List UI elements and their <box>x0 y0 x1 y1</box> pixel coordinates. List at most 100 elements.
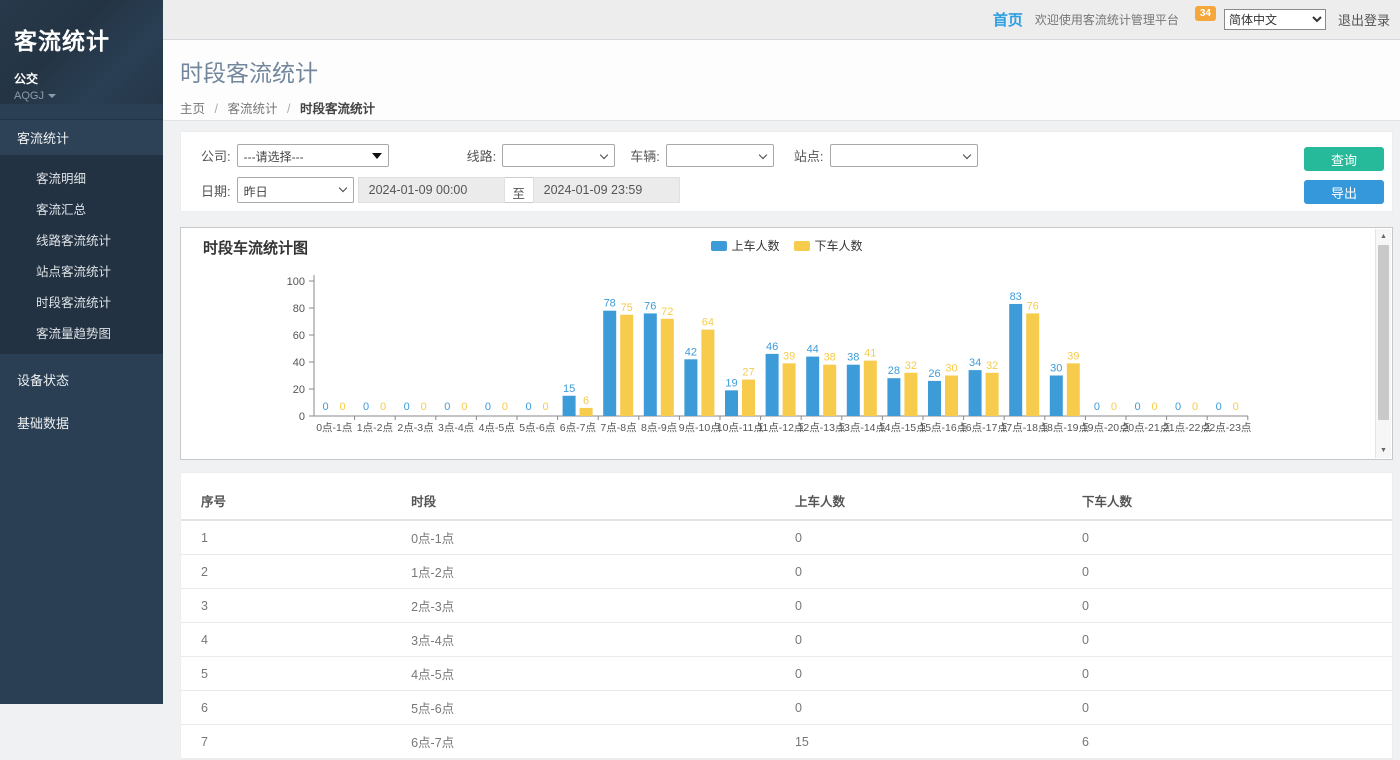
legend-item-上车人数[interactable]: 上车人数 <box>710 237 779 254</box>
table-cell: 1 <box>181 520 411 555</box>
sidebar-item-站点客流统计[interactable]: 站点客流统计 <box>0 255 163 286</box>
table-cell: 5 <box>181 657 411 691</box>
scrollbar-up-icon[interactable]: ▲ <box>1376 229 1391 244</box>
scrollbar-thumb[interactable] <box>1378 245 1389 420</box>
svg-text:0: 0 <box>525 401 531 413</box>
table-cell: 3点-4点 <box>411 623 795 657</box>
org-name: 公交 <box>14 70 149 87</box>
home-link[interactable]: 首页 <box>993 9 1023 30</box>
breadcrumb-section[interactable]: 客流统计 <box>227 102 277 116</box>
table-cell: 3 <box>181 589 411 623</box>
svg-text:38: 38 <box>824 352 836 364</box>
table-cell: 5点-6点 <box>411 691 795 725</box>
company-select[interactable]: ---请选择--- <box>237 144 389 167</box>
svg-text:0: 0 <box>1192 401 1198 413</box>
svg-text:0: 0 <box>1134 401 1140 413</box>
sidebar-item-线路客流统计[interactable]: 线路客流统计 <box>0 224 163 255</box>
table-cell: 7 <box>181 725 411 759</box>
chevron-down-icon <box>962 151 970 159</box>
breadcrumb: 主页 / 客流统计 / 时段客流统计 <box>180 98 1400 117</box>
company-select-value: ---请选择--- <box>244 150 304 164</box>
table-cell: 0 <box>1082 520 1392 555</box>
sidebar-item-客流汇总[interactable]: 客流汇总 <box>0 193 163 224</box>
svg-text:0: 0 <box>1216 401 1222 413</box>
caret-down-icon <box>48 94 56 98</box>
action-buttons: 查询 导出 <box>1304 147 1384 204</box>
query-button[interactable]: 查询 <box>1304 147 1384 171</box>
table-cell: 4 <box>181 623 411 657</box>
table-cell: 6 <box>1082 725 1392 759</box>
svg-text:39: 39 <box>783 350 795 362</box>
col-header-period: 时段 <box>411 483 795 520</box>
legend-item-下车人数[interactable]: 下车人数 <box>794 237 863 254</box>
table-cell: 2 <box>181 555 411 589</box>
svg-text:0: 0 <box>1111 401 1117 413</box>
svg-text:0: 0 <box>404 401 410 413</box>
breadcrumb-separator: / <box>215 102 218 116</box>
logo-area: 客流统计 公交 AQGJ <box>0 0 163 104</box>
table-cell: 6 <box>181 691 411 725</box>
period-stats-table: 序号 时段 上车人数 下车人数 10点-1点0021点-2点0032点-3点00… <box>181 483 1392 759</box>
svg-text:46: 46 <box>766 341 778 353</box>
date-preset-select[interactable]: 昨日 <box>237 177 354 203</box>
svg-text:38: 38 <box>847 352 859 364</box>
logout-link[interactable]: 退出登录 <box>1338 10 1390 29</box>
date-to-input[interactable]: 2024-01-09 23:59 <box>533 177 680 203</box>
table-cell: 0 <box>1082 691 1392 725</box>
svg-text:44: 44 <box>807 344 819 356</box>
station-select[interactable] <box>830 144 978 167</box>
table-cell: 0 <box>795 657 1082 691</box>
svg-text:80: 80 <box>293 303 305 315</box>
chart-vertical-scrollbar[interactable]: ▲ ▼ <box>1375 229 1391 458</box>
table-row: 43点-4点00 <box>181 623 1392 657</box>
sidebar-section-device-status[interactable]: 设备状态 <box>0 362 163 397</box>
svg-text:0: 0 <box>444 401 450 413</box>
app-logo: 客流统计 <box>14 22 149 56</box>
sidebar-section-base-data[interactable]: 基础数据 <box>0 405 163 440</box>
breadcrumb-home[interactable]: 主页 <box>180 102 205 116</box>
table-row: 65点-6点00 <box>181 691 1392 725</box>
table-cell: 4点-5点 <box>411 657 795 691</box>
svg-text:0: 0 <box>1175 401 1181 413</box>
table-panel: 序号 时段 上车人数 下车人数 10点-1点0021点-2点0032点-3点00… <box>180 472 1393 760</box>
svg-text:83: 83 <box>1010 291 1022 303</box>
chevron-down-icon <box>759 151 767 159</box>
svg-text:20: 20 <box>293 384 305 396</box>
svg-text:8点-9点: 8点-9点 <box>641 422 677 434</box>
table-cell: 6点-7点 <box>411 725 795 759</box>
sidebar-item-客流量趋势图[interactable]: 客流量趋势图 <box>0 317 163 348</box>
scrollbar-down-icon[interactable]: ▼ <box>1376 443 1391 458</box>
table-header-row: 序号 时段 上车人数 下车人数 <box>181 483 1392 520</box>
sidebar: 客流统计 公交 AQGJ 客流统计 客流明细客流汇总线路客流统计站点客流统计时段… <box>0 0 163 704</box>
svg-text:100: 100 <box>287 276 305 288</box>
language-select[interactable]: 简体中文 <box>1224 9 1326 30</box>
svg-text:9点-10点: 9点-10点 <box>679 422 721 434</box>
svg-text:0: 0 <box>339 401 345 413</box>
table-cell: 0 <box>795 691 1082 725</box>
vehicle-label: 车辆: <box>630 146 660 165</box>
page-header: 时段客流统计 主页 / 客流统计 / 时段客流统计 <box>163 40 1400 121</box>
chart-header: 时段车流统计图 上车人数下车人数 <box>181 228 1392 258</box>
svg-text:40: 40 <box>293 357 305 369</box>
chart-legend: 上车人数下车人数 <box>710 237 862 254</box>
vehicle-select[interactable] <box>666 144 774 167</box>
line-select[interactable] <box>502 144 615 167</box>
legend-swatch-icon <box>710 241 726 251</box>
table-cell: 0 <box>795 520 1082 555</box>
chevron-down-icon <box>338 184 346 192</box>
sidebar-section-passenger-stats[interactable]: 客流统计 <box>0 119 163 156</box>
col-header-boarding: 上车人数 <box>795 483 1082 520</box>
org-selector[interactable]: AQGJ <box>14 90 149 102</box>
sidebar-item-客流明细[interactable]: 客流明细 <box>0 162 163 193</box>
date-from-input[interactable]: 2024-01-09 00:00 <box>358 177 505 203</box>
svg-text:1点-2点: 1点-2点 <box>357 422 393 434</box>
sidebar-menu: 客流统计 客流明细客流汇总线路客流统计站点客流统计时段客流统计客流量趋势图 设备… <box>0 119 163 440</box>
station-label: 站点: <box>794 146 824 165</box>
filter-row-2: 日期: 昨日 2024-01-09 00:00 至 2024-01-09 23:… <box>201 177 1372 203</box>
svg-text:34: 34 <box>969 357 981 369</box>
svg-text:42: 42 <box>685 346 697 358</box>
notification-badge[interactable]: 34 <box>1195 6 1216 21</box>
svg-text:15: 15 <box>563 383 575 395</box>
export-button[interactable]: 导出 <box>1304 180 1384 204</box>
sidebar-item-时段客流统计[interactable]: 时段客流统计 <box>0 286 163 317</box>
